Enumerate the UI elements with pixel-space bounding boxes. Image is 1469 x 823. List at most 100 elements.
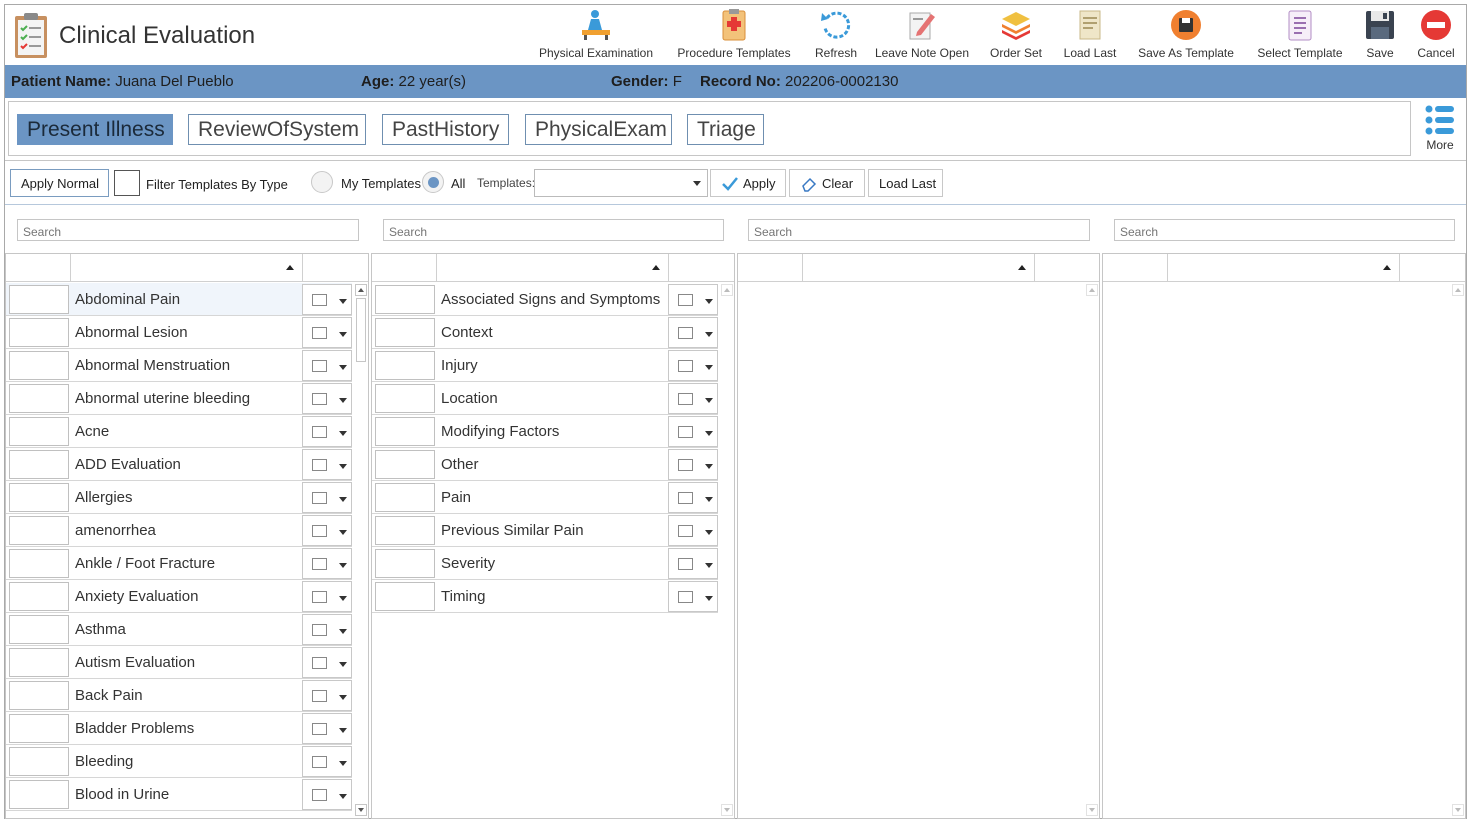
row-select-cell[interactable] (9, 351, 69, 380)
list-item[interactable]: Other (372, 448, 718, 481)
my-templates-radio[interactable] (311, 171, 333, 193)
vertical-scrollbar[interactable] (353, 282, 368, 818)
list-item[interactable]: Asthma (6, 613, 352, 646)
list-item[interactable]: Abdominal Pain (6, 283, 352, 316)
scroll-down-arrow[interactable] (721, 804, 733, 816)
row-template-dropdown[interactable] (302, 284, 352, 315)
all-radio[interactable] (422, 171, 444, 193)
apply-normal-button[interactable]: Apply Normal (10, 169, 109, 197)
row-select-cell[interactable] (375, 549, 435, 578)
list-item[interactable]: Allergies (6, 481, 352, 514)
list-item[interactable]: Previous Similar Pain (372, 514, 718, 547)
list-item[interactable]: Back Pain (6, 679, 352, 712)
load-last-button[interactable]: Load Last (1060, 5, 1120, 65)
row-select-cell[interactable] (9, 516, 69, 545)
row-template-dropdown[interactable] (302, 713, 352, 744)
row-template-dropdown[interactable] (668, 515, 718, 546)
list-item[interactable]: Modifying Factors (372, 415, 718, 448)
scroll-up-arrow[interactable] (721, 284, 733, 296)
row-select-cell[interactable] (9, 780, 69, 809)
row-template-dropdown[interactable] (302, 548, 352, 579)
row-select-cell[interactable] (375, 384, 435, 413)
templates-select[interactable] (534, 169, 708, 197)
procedure-templates-button[interactable]: Procedure Templates (672, 5, 796, 65)
list-item[interactable]: Blood in Urine (6, 778, 352, 811)
row-select-cell[interactable] (9, 417, 69, 446)
list-item[interactable]: Bleeding (6, 745, 352, 778)
row-template-dropdown[interactable] (302, 680, 352, 711)
row-template-dropdown[interactable] (302, 449, 352, 480)
list-item[interactable]: amenorrhea (6, 514, 352, 547)
row-template-dropdown[interactable] (302, 383, 352, 414)
row-select-cell[interactable] (9, 450, 69, 479)
physical-examination-button[interactable]: Physical Examination (536, 5, 656, 65)
row-select-cell[interactable] (9, 681, 69, 710)
list-item[interactable]: Associated Signs and Symptoms (372, 283, 718, 316)
row-select-cell[interactable] (9, 483, 69, 512)
row-template-dropdown[interactable] (668, 581, 718, 612)
cancel-button[interactable]: Cancel (1413, 5, 1459, 65)
row-template-dropdown[interactable] (668, 482, 718, 513)
row-template-dropdown[interactable] (302, 515, 352, 546)
list-item[interactable]: Abnormal Lesion (6, 316, 352, 349)
more-button[interactable]: More (1418, 104, 1462, 154)
row-select-cell[interactable] (375, 516, 435, 545)
vertical-scrollbar[interactable] (719, 282, 734, 818)
refresh-button[interactable]: Refresh (808, 5, 864, 65)
scroll-up-arrow[interactable] (355, 284, 367, 296)
list-item[interactable]: Severity (372, 547, 718, 580)
apply-button[interactable]: Apply (710, 169, 786, 197)
row-template-dropdown[interactable] (302, 482, 352, 513)
row-select-cell[interactable] (9, 384, 69, 413)
list-item[interactable]: Anxiety Evaluation (6, 580, 352, 613)
row-template-dropdown[interactable] (302, 350, 352, 381)
list-item[interactable]: Acne (6, 415, 352, 448)
scroll-up-arrow[interactable] (1452, 284, 1464, 296)
row-select-cell[interactable] (9, 648, 69, 677)
row-select-cell[interactable] (375, 351, 435, 380)
row-select-cell[interactable] (375, 483, 435, 512)
row-template-dropdown[interactable] (668, 284, 718, 315)
list-item[interactable]: Abnormal Menstruation (6, 349, 352, 382)
sort-ascending-icon[interactable] (652, 265, 660, 270)
load-last-filter-button[interactable]: Load Last (868, 169, 943, 197)
row-select-cell[interactable] (375, 285, 435, 314)
sort-ascending-icon[interactable] (1018, 265, 1026, 270)
search-input-3[interactable] (748, 219, 1090, 241)
scroll-up-arrow[interactable] (1086, 284, 1098, 296)
scroll-down-arrow[interactable] (355, 804, 367, 816)
row-select-cell[interactable] (9, 714, 69, 743)
row-template-dropdown[interactable] (668, 548, 718, 579)
row-template-dropdown[interactable] (302, 416, 352, 447)
row-template-dropdown[interactable] (668, 350, 718, 381)
list-item[interactable]: Autism Evaluation (6, 646, 352, 679)
order-set-button[interactable]: Order Set (985, 5, 1047, 65)
scroll-down-arrow[interactable] (1452, 804, 1464, 816)
list-item[interactable]: Pain (372, 481, 718, 514)
scroll-down-arrow[interactable] (1086, 804, 1098, 816)
list-item[interactable]: Timing (372, 580, 718, 613)
vertical-scrollbar[interactable] (1084, 282, 1099, 818)
list-item[interactable]: Ankle / Foot Fracture (6, 547, 352, 580)
list-item[interactable]: Bladder Problems (6, 712, 352, 745)
sort-ascending-icon[interactable] (1383, 265, 1391, 270)
row-template-dropdown[interactable] (302, 746, 352, 777)
list-item[interactable]: Injury (372, 349, 718, 382)
list-item[interactable]: Location (372, 382, 718, 415)
leave-note-open-button[interactable]: Leave Note Open (872, 5, 972, 65)
scroll-thumb[interactable] (356, 298, 366, 362)
row-template-dropdown[interactable] (302, 614, 352, 645)
tab-present-illness[interactable]: Present Illness (17, 114, 173, 145)
row-template-dropdown[interactable] (668, 317, 718, 348)
row-template-dropdown[interactable] (302, 317, 352, 348)
row-template-dropdown[interactable] (302, 581, 352, 612)
tab-physical-exam[interactable]: PhysicalExam (525, 114, 672, 145)
row-select-cell[interactable] (375, 450, 435, 479)
row-select-cell[interactable] (375, 582, 435, 611)
save-as-template-button[interactable]: Save As Template (1136, 5, 1236, 65)
search-input-4[interactable] (1114, 219, 1455, 241)
select-template-button[interactable]: Select Template (1254, 5, 1346, 65)
row-select-cell[interactable] (9, 285, 69, 314)
tab-review-of-system[interactable]: ReviewOfSystem (188, 114, 366, 145)
save-button[interactable]: Save (1359, 5, 1401, 65)
